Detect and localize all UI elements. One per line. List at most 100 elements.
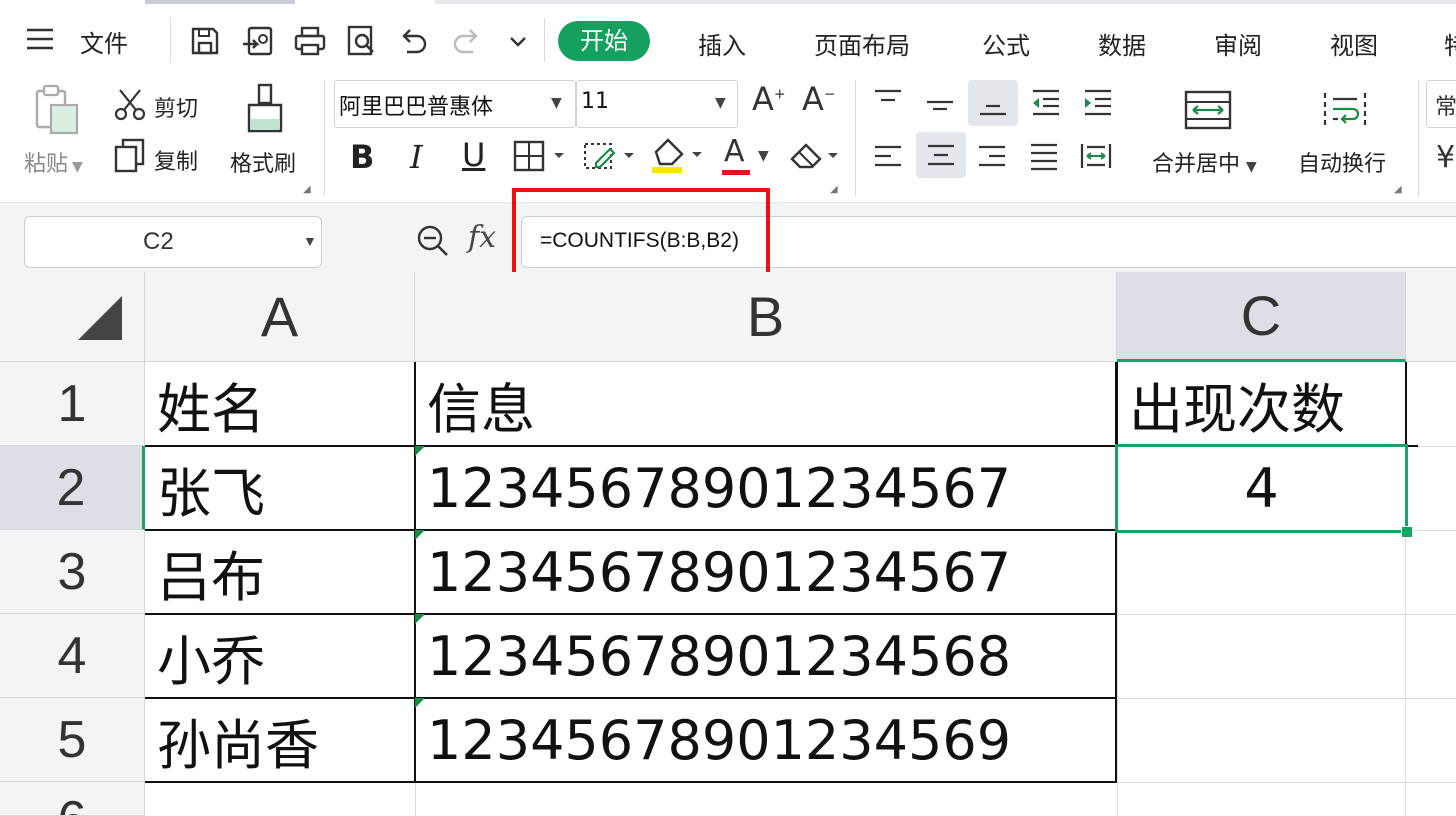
quick-access-dropdown-icon[interactable] <box>506 30 530 54</box>
chevron-down-icon: ▼ <box>715 95 726 111</box>
print-icon[interactable] <box>292 24 328 58</box>
alignment-launcher-icon[interactable]: ◢ <box>1394 184 1402 195</box>
redo-icon[interactable] <box>450 24 484 58</box>
row-6-cells <box>145 782 1117 816</box>
export-icon[interactable] <box>240 24 276 58</box>
column-header-c[interactable]: C <box>1117 272 1406 362</box>
number-format-value: 常 <box>1435 95 1456 120</box>
italic-button[interactable]: I <box>410 138 423 176</box>
font-name-select[interactable]: 阿里巴巴普惠体 ▼ <box>334 80 576 128</box>
wrap-text-button[interactable]: 自动换行 <box>1298 146 1386 178</box>
tab-page-layout[interactable]: 页面布局 <box>814 26 910 61</box>
tab-view[interactable]: 视图 <box>1330 26 1378 61</box>
cut-button[interactable]: 剪切 <box>154 91 198 123</box>
cell-b4[interactable]: 12345678901234568 <box>415 614 1117 698</box>
align-middle-icon[interactable] <box>920 82 960 122</box>
format-painter-button[interactable]: 格式刷 <box>230 146 296 178</box>
print-preview-icon[interactable] <box>344 24 380 58</box>
wrap-text-icon[interactable] <box>1320 88 1370 132</box>
align-bottom-icon[interactable] <box>968 80 1018 126</box>
zoom-icon[interactable] <box>414 222 452 260</box>
clipboard-launcher-icon[interactable]: ◢ <box>303 184 311 195</box>
tab-review[interactable]: 审阅 <box>1214 26 1262 61</box>
clear-button[interactable] <box>788 138 842 174</box>
align-center-icon[interactable] <box>916 132 966 178</box>
align-right-icon[interactable] <box>972 136 1012 176</box>
cell-a1[interactable]: 姓名 <box>145 362 415 446</box>
tab-data[interactable]: 数据 <box>1098 26 1146 61</box>
font-color-button[interactable]: A ▼ <box>720 134 776 176</box>
plus-icon: + <box>773 86 786 103</box>
font-size-select[interactable]: 11 ▼ <box>576 80 738 128</box>
gridline <box>1117 782 1456 783</box>
bold-button[interactable]: B <box>350 138 374 176</box>
cell-b1[interactable]: 信息 <box>415 362 1117 446</box>
text-number-indicator-icon <box>415 698 425 708</box>
file-menu[interactable]: 文件 <box>80 24 128 59</box>
save-icon[interactable] <box>188 24 222 58</box>
insert-function-button[interactable]: fx <box>468 220 496 255</box>
justify-icon[interactable] <box>1024 136 1064 176</box>
chevron-down-icon: ▼ <box>758 148 769 164</box>
merge-center-button[interactable]: 合并居中 ▼ <box>1152 146 1257 178</box>
increase-indent-icon[interactable] <box>1078 82 1118 122</box>
tab-special-partial[interactable]: 特 <box>1444 26 1456 61</box>
currency-icon[interactable]: ¥ <box>1436 140 1455 175</box>
column-header-b[interactable]: B <box>415 272 1117 362</box>
row-header-5[interactable]: 5 <box>0 698 145 782</box>
tab-home[interactable]: 开始 <box>558 21 650 61</box>
borders-button[interactable] <box>512 138 568 174</box>
row-header-4[interactable]: 4 <box>0 614 145 698</box>
merge-center-icon[interactable] <box>1182 88 1234 132</box>
text-number-indicator-icon <box>415 446 425 456</box>
copy-icon[interactable] <box>112 136 148 174</box>
decrease-indent-icon[interactable] <box>1026 82 1066 122</box>
row-header-3[interactable]: 3 <box>0 530 145 614</box>
row-header-1[interactable]: 1 <box>0 362 145 446</box>
increase-font-size-button[interactable]: A+ <box>752 80 786 118</box>
column-header-d[interactable] <box>1406 272 1456 362</box>
row-header-6[interactable]: 6 <box>0 782 145 816</box>
chevron-down-icon: ▼ <box>303 233 317 249</box>
name-box-value: C2 <box>143 228 174 255</box>
selection-border <box>1115 444 1408 533</box>
cell-a2[interactable]: 张飞 <box>145 446 415 530</box>
select-all-button[interactable] <box>0 272 145 362</box>
fill-color-button[interactable] <box>650 136 706 176</box>
decrease-font-size-button[interactable]: A− <box>802 80 836 118</box>
cell-c1[interactable]: 出现次数 <box>1117 362 1406 446</box>
name-box[interactable]: C2 ▼ <box>24 216 322 268</box>
paste-button[interactable]: 粘贴 ▼ <box>24 146 83 178</box>
menu-divider <box>170 18 171 62</box>
format-painter-icon[interactable] <box>240 82 290 138</box>
cell-b5[interactable]: 12345678901234569 <box>415 698 1117 782</box>
paste-icon[interactable] <box>30 82 82 138</box>
tab-formulas[interactable]: 公式 <box>982 26 1030 61</box>
font-color-swatch <box>722 170 750 175</box>
column-header-a[interactable]: A <box>145 272 415 362</box>
fill-handle[interactable] <box>1401 526 1413 538</box>
cell-b3[interactable]: 12345678901234567 <box>415 530 1117 614</box>
font-launcher-icon[interactable]: ◢ <box>830 184 838 195</box>
cell-a5[interactable]: 孙尚香 <box>145 698 415 782</box>
hamburger-menu-icon[interactable] <box>24 24 56 54</box>
cell-a3[interactable]: 吕布 <box>145 530 415 614</box>
distributed-align-icon[interactable] <box>1076 136 1116 176</box>
underline-button[interactable]: U <box>462 136 485 174</box>
tab-insert[interactable]: 插入 <box>698 26 746 61</box>
ribbon-divider <box>855 80 856 196</box>
align-top-icon[interactable] <box>868 82 908 122</box>
undo-icon[interactable] <box>396 24 430 58</box>
cell-b2[interactable]: 12345678901234567 <box>415 446 1117 530</box>
copy-button[interactable]: 复制 <box>154 144 198 176</box>
cell-a4[interactable]: 小乔 <box>145 614 415 698</box>
font-color-glyph: A <box>724 134 745 169</box>
cell-style-button[interactable] <box>582 138 638 174</box>
align-left-icon[interactable] <box>868 136 908 176</box>
scissors-icon[interactable] <box>112 86 148 122</box>
menu-bar: 文件 开始 插入 页面布局 公式 数据 审阅 视图 特 <box>0 4 1456 74</box>
row-number: 6 <box>58 790 87 815</box>
paste-dropdown-icon: ▼ <box>72 159 83 175</box>
row-header-2[interactable]: 2 <box>0 446 145 530</box>
number-format-select[interactable]: 常 <box>1426 80 1456 128</box>
